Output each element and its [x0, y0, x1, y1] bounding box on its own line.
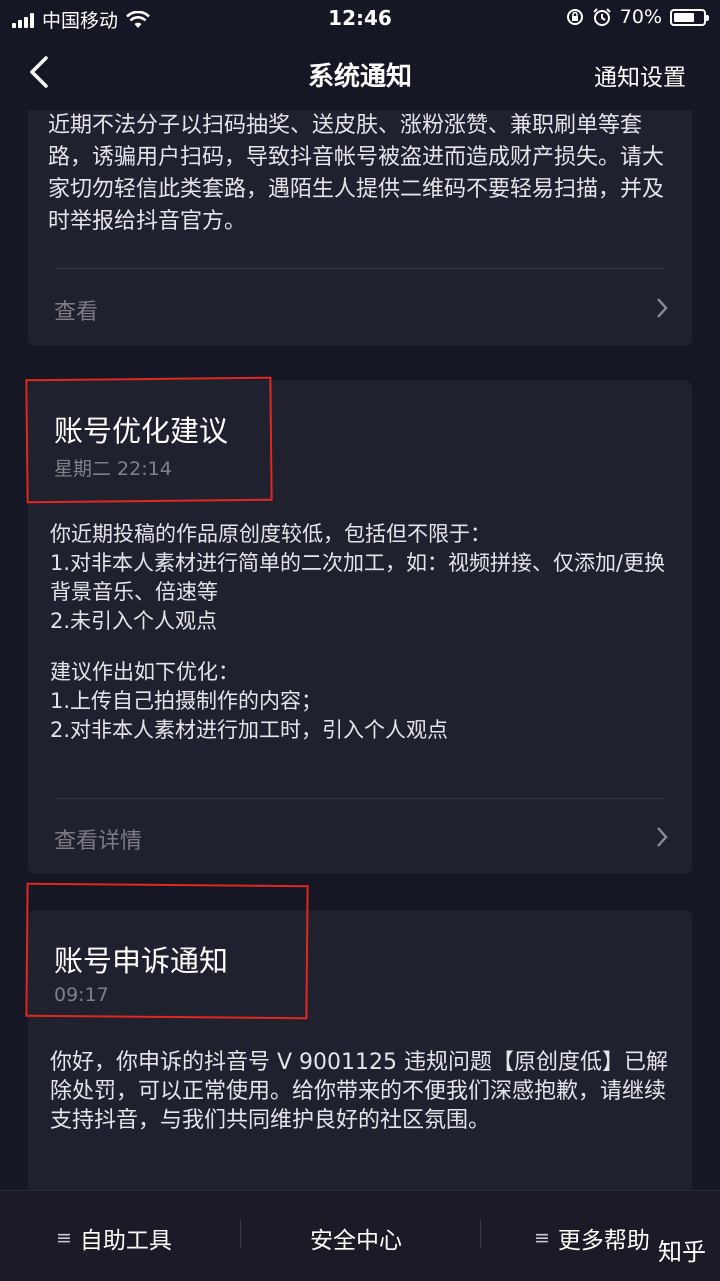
- chevron-right-icon: [657, 298, 668, 318]
- divider: [240, 1219, 241, 1249]
- body-line: 2.未引入个人观点: [50, 609, 218, 633]
- annotation-box: [25, 376, 273, 504]
- divider: [480, 1219, 481, 1249]
- body-line: 2.对非本人素材进行加工时，引入个人观点: [50, 718, 449, 742]
- security-center-button[interactable]: 安全中心: [310, 1221, 402, 1255]
- notification-settings-link[interactable]: 通知设置: [594, 58, 686, 92]
- divider: [54, 268, 666, 269]
- bottom-toolbar: ≡ 自助工具 安全中心 ≡ 更多帮助: [0, 1190, 720, 1281]
- zhihu-watermark: 知乎: [658, 1238, 706, 1266]
- battery-icon: [670, 8, 709, 26]
- chevron-right-icon: [657, 827, 668, 847]
- notice-card-security: 近期不法分子以扫码抽奖、送皮肤、涨粉涨赞、兼职刷单等套路，诱骗用户扫码，导致抖音…: [28, 110, 692, 346]
- body-line: 你近期投稿的作品原创度较低，包括但不限于：: [50, 522, 491, 546]
- view-link[interactable]: 查看: [54, 294, 98, 326]
- self-help-tools-button[interactable]: ≡ 自助工具: [56, 1221, 172, 1255]
- battery-percent: 70%: [619, 6, 662, 28]
- menu-icon: ≡: [56, 1227, 72, 1249]
- body-line: 1.对非本人素材进行简单的二次加工，如：视频拼接、仅添加/更换背景音乐、倍速等: [50, 551, 666, 604]
- nav-header: 系统通知 通知设置: [0, 36, 720, 110]
- status-bar: 中国移动 12:46 70%: [0, 0, 720, 36]
- notice-body: 近期不法分子以扫码抽奖、送皮肤、涨粉涨赞、兼职刷单等套路，诱骗用户扫码，导致抖音…: [48, 113, 665, 234]
- alarm-icon: [593, 8, 611, 26]
- menu-icon: ≡: [534, 1227, 550, 1249]
- tool-label: 自助工具: [79, 1228, 172, 1254]
- body-line: 1.上传自己拍摄制作的内容；: [50, 689, 323, 713]
- view-details-link[interactable]: 查看详情: [54, 823, 142, 855]
- notice-body: 你近期投稿的作品原创度较低，包括但不限于： 1.对非本人素材进行简单的二次加工，…: [50, 520, 672, 745]
- divider: [54, 798, 666, 799]
- notice-body: 你好，你申诉的抖音号 V 9001125 违规问题【原创度低】已解除处罚，可以正…: [50, 1050, 669, 1133]
- body-line: 建议作出如下优化：: [50, 660, 239, 684]
- tool-label: 更多帮助: [557, 1228, 650, 1254]
- annotation-box: [25, 882, 309, 1020]
- rotation-lock-icon: [566, 9, 583, 25]
- more-help-button[interactable]: ≡ 更多帮助: [534, 1221, 650, 1255]
- tool-label: 安全中心: [310, 1228, 402, 1254]
